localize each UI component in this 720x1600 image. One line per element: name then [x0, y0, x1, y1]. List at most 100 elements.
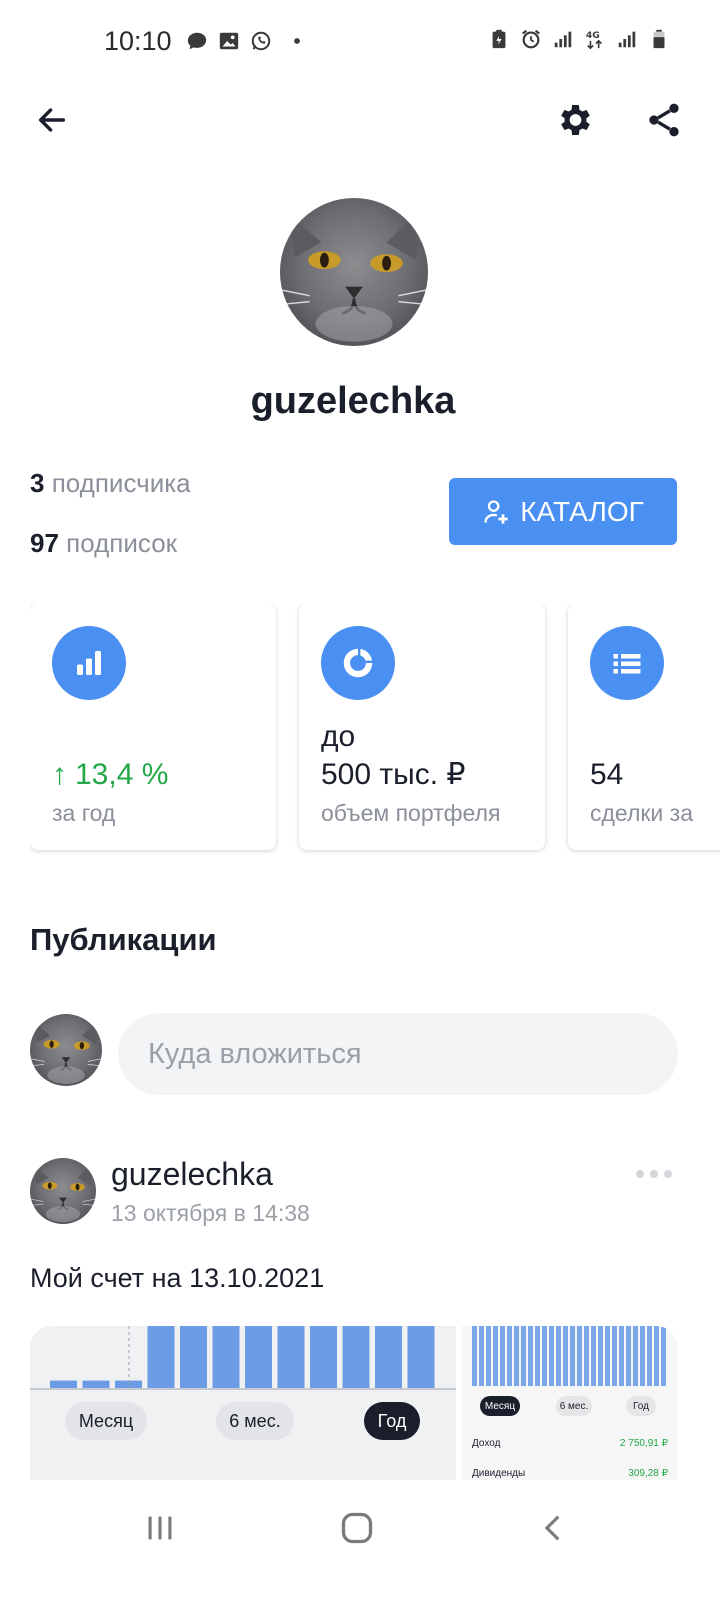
post-image-main[interactable]: Месяц 6 мес. Год [30, 1326, 456, 1480]
dot-icon [294, 38, 300, 44]
chip-6-months: 6 мес. [216, 1402, 294, 1440]
mini-row-income: Доход 2 750,91 ₽ [472, 1438, 668, 1449]
composer-avatar [30, 1014, 102, 1086]
mini-chip-year: Год [626, 1396, 656, 1416]
mini-chip-6-months: 6 мес. [556, 1396, 592, 1416]
chart-bar [277, 1326, 305, 1388]
share-icon [649, 103, 679, 137]
mini-dividends-label: Дивиденды [472, 1468, 526, 1479]
mini-chart-bar [647, 1326, 652, 1386]
mini-bar-chart-image [472, 1326, 666, 1386]
cat-avatar-image [280, 198, 428, 346]
system-nav-bar [0, 1480, 720, 1600]
mini-income-label: Доход [472, 1438, 501, 1449]
mini-chart-bar [500, 1326, 505, 1386]
post-more-button[interactable] [636, 1166, 678, 1182]
stat-portfolio-caption: объем портфеля [321, 800, 501, 826]
profile-avatar[interactable] [280, 198, 428, 346]
catalog-button-label: КАТАЛОГ [520, 495, 644, 527]
arrow-up-icon: ↑ [52, 758, 67, 791]
mini-chart-bar [612, 1326, 617, 1386]
add-person-icon [484, 499, 508, 524]
stat-card-deals[interactable]: 54 сделки за [568, 604, 720, 850]
chart-bar [82, 1380, 110, 1388]
chart-bar [212, 1326, 240, 1388]
nav-back-icon [544, 1515, 560, 1541]
mini-chart-bar [528, 1326, 533, 1386]
post-images[interactable]: Месяц 6 мес. Год Месяц 6 мес. Год Доход … [30, 1326, 678, 1480]
stat-portfolio-value-line2: 500 тыс. ₽ [321, 758, 466, 791]
following-label: подписок [66, 528, 178, 558]
mini-chart-bar [661, 1326, 666, 1386]
alarm-icon [522, 29, 540, 49]
chip-year: Год [364, 1402, 420, 1440]
message-icon [187, 32, 207, 50]
stat-card-portfolio[interactable]: до 500 тыс. ₽ объем портфеля [299, 604, 545, 850]
mini-chart-bar [577, 1326, 582, 1386]
following-count: 97 [30, 528, 59, 558]
mini-row-dividends: Дивиденды 309,28 ₽ [472, 1468, 668, 1479]
bar-chart-image [30, 1326, 456, 1390]
bar-chart-icon [52, 626, 126, 700]
mini-chart-bar [619, 1326, 624, 1386]
home-icon [341, 1512, 373, 1544]
nav-back-button[interactable] [522, 1504, 586, 1552]
chart-bar [147, 1326, 175, 1388]
status-right-icons: 4G [488, 28, 670, 50]
mini-chart-bar [479, 1326, 484, 1386]
post-author-name[interactable]: guzelechka [111, 1156, 273, 1193]
arrow-left-icon [38, 108, 66, 132]
followers-label: подписчика [51, 468, 191, 498]
mini-chart-bar [521, 1326, 526, 1386]
home-button[interactable] [325, 1504, 389, 1552]
mini-chart-bar [633, 1326, 638, 1386]
chart-bar [342, 1326, 370, 1388]
post-author-avatar[interactable] [30, 1158, 96, 1224]
stat-card-yield[interactable]: ↑ 13,4 % за год [30, 604, 276, 850]
stat-yield-value: ↑ 13,4 % [52, 756, 168, 794]
mini-chart-bar [654, 1326, 659, 1386]
recents-icon [148, 1516, 172, 1540]
mini-chart-bar [626, 1326, 631, 1386]
mini-chart-bar [472, 1326, 477, 1386]
battery-saver-icon [492, 29, 506, 49]
recents-button[interactable] [128, 1504, 192, 1552]
followers-link[interactable]: 3 подписчика [30, 468, 191, 499]
stats-carousel[interactable]: ↑ 13,4 % за год до 500 тыс. ₽ объем порт… [30, 604, 720, 854]
svg-text:4G: 4G [586, 30, 600, 41]
post-date: 13 октября в 14:38 [111, 1200, 310, 1226]
post-text: Мой счет на 13.10.2021 [30, 1263, 325, 1293]
post-image-side[interactable]: Месяц 6 мес. Год Доход 2 750,91 ₽ Дивиде… [462, 1326, 678, 1480]
settings-button[interactable] [550, 96, 598, 144]
post-composer-input[interactable] [118, 1013, 678, 1095]
yield-percent: 13,4 % [75, 758, 169, 791]
mini-chart-bar [640, 1326, 645, 1386]
stat-portfolio-value-line1: до [321, 720, 356, 753]
mini-chip-month: Месяц [480, 1396, 520, 1416]
4g-icon: 4G [586, 30, 603, 50]
catalog-button[interactable]: КАТАЛОГ [449, 478, 677, 545]
mini-income-value: 2 750,91 ₽ [619, 1438, 668, 1449]
share-button[interactable] [640, 96, 688, 144]
chart-bar [407, 1326, 435, 1388]
profile-username: guzelechka [250, 380, 456, 422]
status-left-icons [186, 30, 304, 52]
gear-icon [561, 105, 590, 135]
mini-chart-bar [591, 1326, 596, 1386]
stat-yield-caption: за год [52, 800, 116, 826]
chart-bar [50, 1380, 77, 1388]
back-button[interactable] [30, 98, 74, 142]
more-dots-icon [636, 1170, 644, 1178]
mini-chart-bar [570, 1326, 575, 1386]
mini-chart-bar [563, 1326, 568, 1386]
chart-bar [375, 1326, 402, 1388]
chip-month: Месяц [65, 1402, 147, 1440]
following-link[interactable]: 97 подписок [30, 528, 177, 559]
followers-count: 3 [30, 468, 45, 498]
mini-chart-bar [556, 1326, 561, 1386]
status-time: 10:10 [104, 26, 172, 56]
mini-chart-bar [598, 1326, 603, 1386]
chart-bar [180, 1326, 207, 1388]
signal-icon [618, 31, 636, 48]
battery-icon [653, 29, 665, 49]
